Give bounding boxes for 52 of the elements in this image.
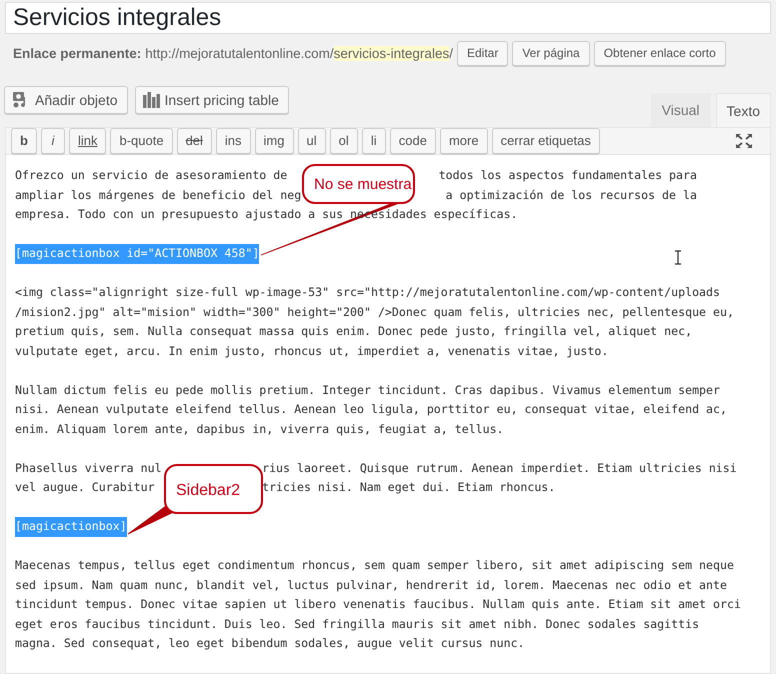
permalink-slash: / — [449, 46, 453, 61]
paragraph-text: Ofrezco un servicio de asesoramiento de — [15, 167, 288, 184]
title-field[interactable]: Servicios integrales — [5, 2, 771, 34]
shortcode-text: [magicactionbox] — [15, 517, 127, 536]
paragraph-text: sed ipsum. Nam quam nunc, blandit vel, luctus pulvinar, hendrerit id, lorem. Maecenas nec odio et ante — [15, 576, 727, 594]
permalink-url: http://mejoratutalentonline.com/ — [145, 46, 334, 61]
paragraph-text: ampliar los márgenes de beneficio del neg — [15, 186, 302, 204]
quicktag-button[interactable]: more — [440, 128, 488, 154]
paragraph-text: Nullam dictum felis eu pede mollis pretium. Integer tincidunt. Cras dapibus. Vivamus elementum semper — [15, 382, 720, 398]
permalink-label: Enlace permanente: — [13, 46, 142, 61]
paragraph-text: vel augue. Curabitur — [15, 479, 156, 496]
paragraph-text: tricies nisi. Nam eget dui. Etiam rhoncus. — [262, 479, 556, 496]
paragraph-text: vulputate eget, arcu. In enim justo, rhoncus ut, imperdiet a, venenatis vitae, justo. — [15, 342, 608, 360]
editor-tab[interactable]: Texto — [716, 92, 771, 128]
paragraph-text: /mision2.jpg" alt="mision" width="300" height="200" />Donec quam felis, ultricies nec, pellentesque eu, — [15, 304, 734, 320]
paragraph-text: rius laoreet. Quisque rutrum. Aenean imperdiet. Etiam ultricies nisi — [262, 460, 737, 476]
paragraph-text: enim. Aliquam lorem ante, dapibus in, viverra quis, feugiat a, tellus. — [15, 420, 504, 438]
text-cursor-icon — [674, 250, 682, 265]
fullscreen-icon[interactable] — [736, 134, 752, 148]
quicktag-button[interactable]: b-quote — [110, 128, 173, 154]
quicktag-button[interactable]: code — [390, 128, 436, 154]
editor-tab[interactable]: Visual — [650, 92, 711, 127]
quicktag-button[interactable]: i — [40, 128, 65, 154]
paragraph-text: pretium quis, sem. Nulla consequat massa quis enim. Donec pede justo, fringilla vel, aliquet nec, — [15, 323, 692, 340]
paragraph-text: <img class="alignright size-full wp-image-53" src="http://mejoratutalentonline.com/wp-content/uploads — [15, 284, 720, 301]
paragraph-text: a optimización de los recursos de la — [446, 186, 697, 204]
permalink-button[interactable]: Ver página — [512, 40, 590, 66]
bar-chart-icon — [142, 92, 160, 108]
quicktag-button[interactable]: cerrar etiquetas — [492, 128, 600, 154]
paragraph-text: magna. Sed consequat, leo eget bibendum sodales, augue velit cursus nunc. — [15, 635, 525, 652]
permalink-button[interactable]: Editar — [456, 40, 508, 66]
paragraph-text: todos los aspectos fundamentales para — [438, 167, 697, 184]
quicktag-button[interactable]: link — [68, 128, 106, 154]
paragraph-text: Phasellus viverra nul — [15, 460, 162, 476]
callout-text: No se muestra — [314, 176, 412, 193]
paragraph-text: tincidunt tempus. Donec vitae sapien ut libero venenatis faucibus. Nullam quis ante. Etiam sit amet orci — [15, 596, 741, 613]
quicktag-button[interactable]: li — [362, 128, 386, 154]
paragraph-text: eget eros faucibus tincidunt. Duis leo. Sed fringilla mauris sit amet nibh. Donec sodales sagittis — [15, 616, 700, 632]
quicktag-button[interactable]: del — [176, 128, 212, 154]
permalink-slug[interactable]: servicios-integrales — [334, 46, 450, 61]
quicktag-button[interactable]: ul — [298, 128, 326, 154]
quicktag-button[interactable]: img — [254, 128, 294, 154]
insert-table-button[interactable]: Insert pricing table — [134, 86, 289, 114]
quicktag-button[interactable]: ins — [216, 128, 251, 154]
callout-text: Sidebar2 — [176, 482, 240, 498]
permalink-button[interactable]: Obtener enlace corto — [594, 40, 726, 66]
add-media-button[interactable]: Añadir objeto — [4, 86, 128, 114]
shortcode-text: [magicactionbox id="ACTIONBOX 458"] — [15, 244, 260, 264]
quicktag-button[interactable]: ol — [330, 128, 358, 154]
paragraph-text: Maecenas tempus, tellus eget condimentum rhoncus, sem quam semper libero, sit amet adipiscing sem neque — [15, 557, 734, 574]
paragraph-text: nisi. Aenean vulputate eleifend tellus. Aenean leo ligula, porttitor eu, consequat vitae, eleifend ac, — [15, 401, 727, 418]
quicktag-button[interactable]: b — [11, 128, 37, 154]
